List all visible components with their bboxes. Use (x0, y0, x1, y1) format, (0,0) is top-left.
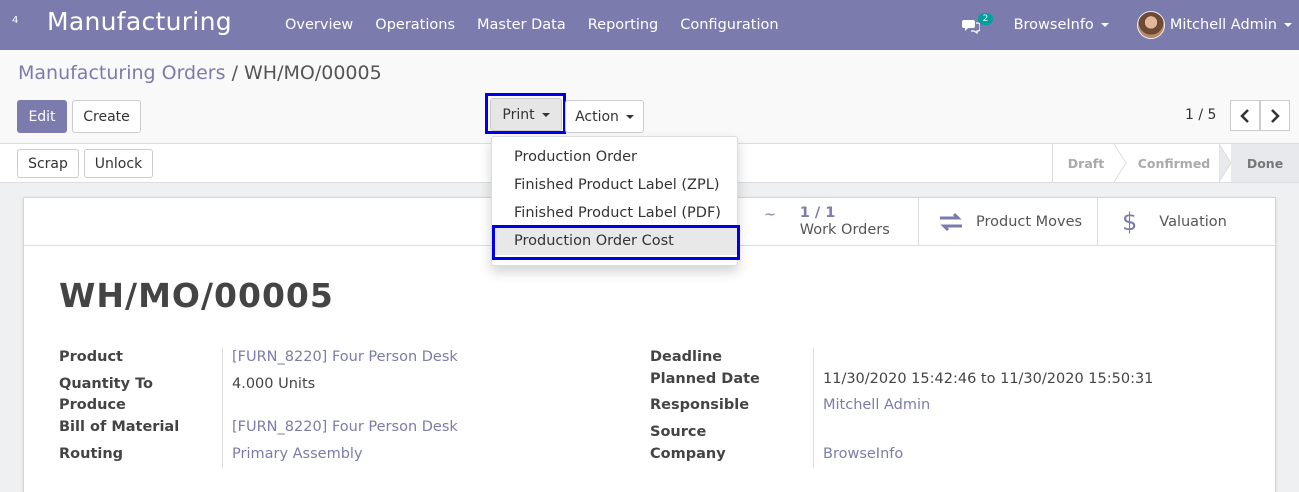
stage-confirmed[interactable]: Confirmed (1126, 144, 1222, 182)
breadcrumb-separator: / (231, 62, 238, 84)
valuation-button[interactable]: $ Valuation (1097, 198, 1275, 245)
company-name: BrowseInfo (1013, 17, 1094, 33)
work-orders-count: 1 / 1 (799, 204, 836, 221)
routing-label: Routing (59, 446, 124, 462)
print-production-order[interactable]: Production Order (492, 143, 737, 171)
app-brand[interactable]: Manufacturing (47, 7, 232, 36)
breadcrumb-parent[interactable]: Manufacturing Orders (18, 62, 226, 84)
field-divider (222, 348, 223, 468)
menu-master-data[interactable]: Master Data (466, 0, 577, 50)
quantity-label: Quantity To (59, 376, 154, 392)
product-moves-button[interactable]: Product Moves (918, 198, 1097, 245)
deadline-label: Deadline (650, 349, 723, 365)
responsible-value[interactable]: Mitchell Admin (823, 397, 930, 413)
menu-operations[interactable]: Operations (364, 0, 466, 50)
stage-draft[interactable]: Draft (1053, 144, 1119, 182)
company-switcher[interactable]: BrowseInfo (1014, 17, 1109, 33)
bom-label: Bill of Material (59, 419, 180, 435)
field-divider (813, 348, 814, 468)
record-title: WH/MO/00005 (59, 276, 334, 315)
product-label: Product (59, 349, 123, 365)
avatar (1136, 11, 1165, 39)
caret-down-icon (1100, 23, 1109, 27)
responsible-label: Responsible (650, 397, 750, 413)
quantity-label-2: Produce (59, 397, 126, 413)
quantity-value: 4.000 Units (232, 376, 316, 392)
pager-value[interactable]: 1 / 5 (1185, 107, 1216, 123)
work-orders-label: Work Orders (799, 221, 890, 238)
planned-start: 11/30/2020 15:42:46 (823, 371, 977, 387)
breadcrumb-current: WH/MO/00005 (244, 62, 382, 84)
routing-value[interactable]: Primary Assembly (232, 446, 363, 462)
stage-done[interactable]: Done (1231, 144, 1299, 182)
chevron-right-icon (1271, 108, 1280, 123)
unlock-button[interactable]: Unlock (84, 149, 153, 178)
user-menu[interactable]: Mitchell Admin (1136, 11, 1292, 39)
planned-end: 11/30/2020 15:50:31 (1000, 371, 1154, 387)
planned-to: to (980, 371, 996, 387)
menu-reporting[interactable]: Reporting (577, 0, 670, 50)
company-label: Company (650, 446, 726, 462)
caret-down-icon (1284, 23, 1292, 27)
chevron-left-icon (1240, 108, 1249, 123)
exchange-icon (940, 212, 962, 231)
pager-previous-button[interactable] (1230, 100, 1260, 131)
bom-value[interactable]: [FURN_8220] Four Person Desk (232, 419, 458, 435)
product-value[interactable]: [FURN_8220] Four Person Desk (232, 349, 458, 365)
navbar-right: 2 BrowseInfo Mitchell Admin (961, 0, 1299, 50)
menu-overview[interactable]: Overview (274, 0, 364, 50)
apps-menu-icon[interactable]: 4 (12, 15, 18, 26)
dollar-icon: $ (1122, 207, 1138, 236)
print-label-pdf[interactable]: Finished Product Label (PDF) (492, 199, 737, 227)
print-label-zpl[interactable]: Finished Product Label (ZPL) (492, 171, 737, 199)
action-label: Action (575, 108, 619, 125)
product-moves-label: Product Moves (976, 213, 1083, 230)
create-button[interactable]: Create (72, 100, 141, 133)
menu-configuration[interactable]: Configuration (669, 0, 789, 50)
source-label: Source (650, 424, 707, 440)
cost-highlight-box (492, 225, 740, 260)
scrap-button[interactable]: Scrap (17, 149, 79, 178)
valuation-label: Valuation (1159, 213, 1227, 230)
planned-date-value: 11/30/2020 15:42:46 to 11/30/2020 15:50:… (823, 371, 1153, 387)
main-menu: Overview Operations Master Data Reportin… (274, 0, 790, 50)
edit-button[interactable]: Edit (17, 100, 67, 133)
work-orders-button[interactable]: ~ 1 / 1 Work Orders (740, 198, 918, 245)
work-orders-stat: 1 / 1 Work Orders (800, 205, 890, 239)
company-value[interactable]: BrowseInfo (823, 446, 903, 462)
user-name: Mitchell Admin (1169, 17, 1277, 33)
pager-next-button[interactable] (1260, 100, 1290, 131)
caret-down-icon (625, 114, 634, 119)
breadcrumb: Manufacturing Orders / WH/MO/00005 (18, 62, 382, 84)
action-button[interactable]: Action (565, 100, 644, 133)
top-navbar: 4 Manufacturing Overview Operations Mast… (0, 0, 1299, 50)
tilde-icon: ~ (764, 206, 776, 223)
messaging-button[interactable]: 2 (961, 0, 994, 50)
chat-icon (961, 20, 980, 34)
print-highlight-box (485, 93, 566, 134)
planned-date-label: Planned Date (650, 371, 760, 387)
message-count-badge: 2 (977, 13, 994, 25)
